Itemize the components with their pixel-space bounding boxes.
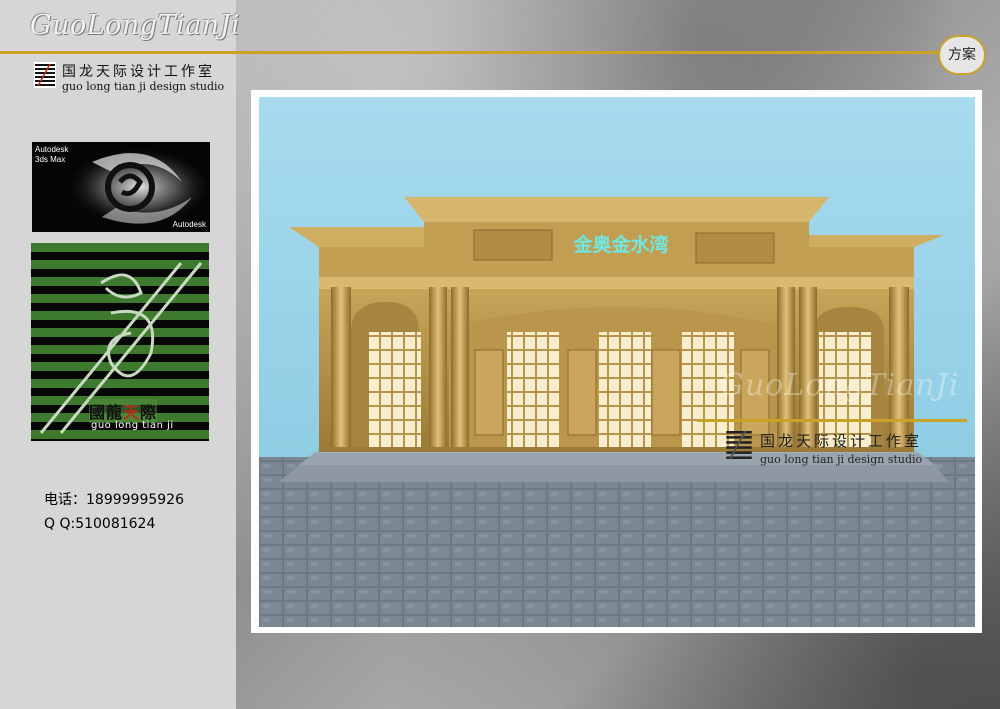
- studio-emblem-panel: 國龍天際 guo long tian ji: [31, 243, 209, 441]
- watermark-gold-line: [697, 419, 967, 422]
- paved-plaza: [259, 457, 975, 627]
- 3dsmax-label: 3ds Max: [35, 155, 66, 164]
- watermark-name-cn: 国龙天际设计工作室: [760, 432, 923, 450]
- autodesk-footer: Autodesk: [172, 220, 206, 229]
- gate-sign-text: 金奥金水湾: [572, 233, 668, 256]
- top-cornice: [404, 197, 829, 222]
- watermark-script: GuoLongTianJi: [720, 368, 960, 403]
- studio-name-cn: 国龙天际设计工作室: [62, 64, 215, 80]
- window-mid-left: [507, 332, 559, 447]
- header-gold-divider: [0, 51, 940, 54]
- scheme-badge: 方案: [938, 35, 986, 75]
- watermark-logo-icon: [726, 430, 752, 460]
- autodesk-3dsmax-banner: Autodesk 3ds Max Autodesk: [32, 142, 210, 232]
- gate-rendering: 金奥金水湾: [259, 97, 975, 627]
- watermark-name-en: guo long tian ji design studio: [760, 453, 923, 466]
- window-center: [599, 332, 651, 447]
- studio-logo-icon: [34, 62, 56, 88]
- contact-qq: Q Q:510081624: [44, 516, 156, 532]
- contact-phone: 电话：18999995926: [44, 492, 184, 508]
- emblem-name-en: guo long tian ji: [91, 420, 174, 431]
- architecture-render: 金奥金水湾: [259, 97, 975, 627]
- studio-name-en: guo long tian ji design studio: [62, 80, 225, 93]
- autodesk-label: Autodesk: [35, 145, 69, 154]
- steps: [279, 465, 949, 482]
- brand-script-title: GuoLongTianJi: [30, 10, 241, 41]
- window-left: [369, 332, 421, 447]
